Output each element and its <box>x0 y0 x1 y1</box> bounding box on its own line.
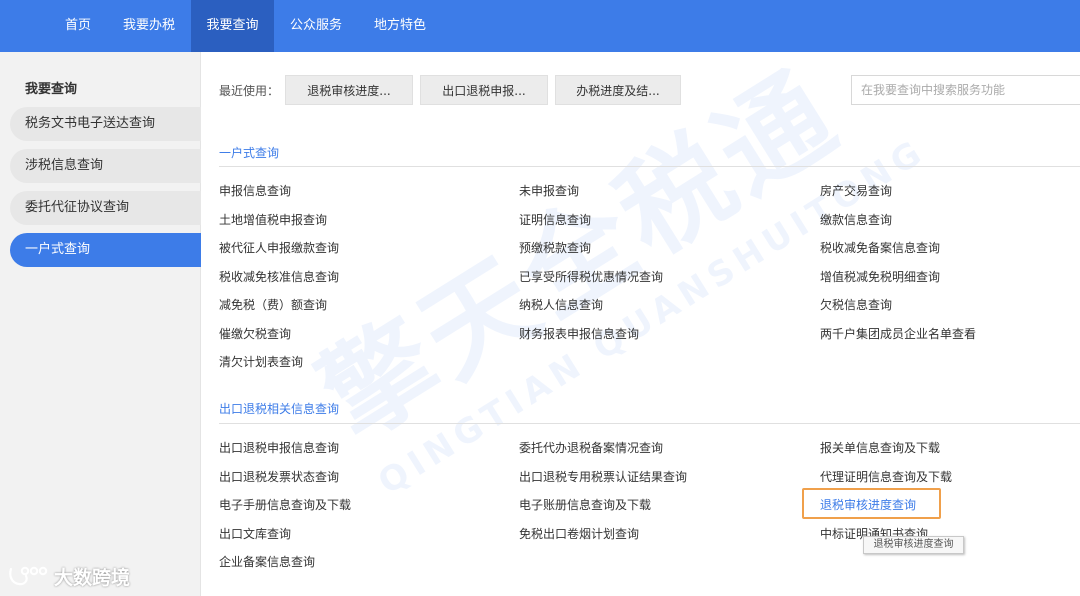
section-title-one-household: 一户式查询 <box>219 146 280 160</box>
query-link[interactable]: 电子账册信息查询及下载 <box>519 496 651 513</box>
query-link[interactable]: 缴款信息查询 <box>820 211 892 228</box>
recent-button-export-refund[interactable]: 出口退税申报... <box>420 75 548 105</box>
query-link[interactable]: 委托代办退税备案情况查询 <box>519 439 663 456</box>
nav-home[interactable]: 首页 <box>52 0 104 52</box>
query-link-refund-progress[interactable]: 退税审核进度查询 <box>820 496 916 513</box>
recent-button-refund-progress[interactable]: 退税审核进度... <box>285 75 413 105</box>
query-link[interactable]: 欠税信息查询 <box>820 296 892 313</box>
query-link[interactable]: 税收减免备案信息查询 <box>820 239 940 256</box>
query-link[interactable]: 税收减免核准信息查询 <box>219 268 339 285</box>
tooltip: 退税审核进度查询 <box>863 536 964 554</box>
brand-logo: 大数跨境 <box>8 562 130 590</box>
query-link[interactable]: 申报信息查询 <box>219 182 291 199</box>
top-nav: 首页 我要办税 我要查询 公众服务 地方特色 <box>0 0 1080 52</box>
query-link[interactable]: 增值税减免税明细查询 <box>820 268 940 285</box>
sidebar-item-document-delivery[interactable]: 税务文书电子送达查询 <box>10 107 201 141</box>
query-link[interactable]: 未申报查询 <box>519 182 579 199</box>
sidebar-heading: 我要查询 <box>25 82 78 97</box>
nav-public-service[interactable]: 公众服务 <box>280 0 352 52</box>
query-link[interactable]: 纳税人信息查询 <box>519 296 603 313</box>
section-divider <box>219 423 1080 424</box>
query-link[interactable]: 出口退税专用税票认证结果查询 <box>519 468 687 485</box>
query-link[interactable]: 企业备案信息查询 <box>219 553 315 570</box>
recent-label: 最近使用： <box>219 84 280 98</box>
watermark-cn: 擎天全税通 <box>300 47 860 464</box>
sidebar: 我要查询 税务文书电子送达查询 涉税信息查询 委托代征协议查询 一户式查询 <box>0 52 201 596</box>
query-link[interactable]: 已享受所得税优惠情况查询 <box>519 268 663 285</box>
query-link[interactable]: 两千户集团成员企业名单查看 <box>820 325 976 342</box>
nav-query[interactable]: 我要查询 <box>191 0 274 52</box>
search-input[interactable] <box>851 75 1080 105</box>
query-link[interactable]: 房产交易查询 <box>820 182 892 199</box>
query-link[interactable]: 土地增值税申报查询 <box>219 211 327 228</box>
query-link[interactable]: 出口退税发票状态查询 <box>219 468 339 485</box>
brand-name: 大数跨境 <box>54 566 131 589</box>
query-link[interactable]: 电子手册信息查询及下载 <box>219 496 351 513</box>
query-link[interactable]: 清欠计划表查询 <box>219 353 303 370</box>
nav-local-feature[interactable]: 地方特色 <box>364 0 436 52</box>
sidebar-item-one-household[interactable]: 一户式查询 <box>10 233 201 267</box>
query-link[interactable]: 被代征人申报缴款查询 <box>219 239 339 256</box>
nav-handle-tax[interactable]: 我要办税 <box>112 0 186 52</box>
query-link[interactable]: 代理证明信息查询及下载 <box>820 468 952 485</box>
watermark-en: QINGTIAN QUANSHUITONG <box>371 130 934 503</box>
brand-icon <box>9 566 48 586</box>
query-link[interactable]: 出口文库查询 <box>219 525 291 542</box>
query-link[interactable]: 预缴税款查询 <box>519 239 591 256</box>
query-link[interactable]: 证明信息查询 <box>519 211 591 228</box>
query-link[interactable]: 减免税（费）额查询 <box>219 296 327 313</box>
section-title-export-refund: 出口退税相关信息查询 <box>219 402 340 416</box>
query-link[interactable]: 出口退税申报信息查询 <box>219 439 339 456</box>
query-link[interactable]: 免税出口卷烟计划查询 <box>519 525 639 542</box>
sidebar-item-tax-info[interactable]: 涉税信息查询 <box>10 149 201 183</box>
query-link[interactable]: 催缴欠税查询 <box>219 325 291 342</box>
recent-button-progress-result[interactable]: 办税进度及结... <box>555 75 681 105</box>
query-link[interactable]: 财务报表申报信息查询 <box>519 325 639 342</box>
query-link[interactable]: 报关单信息查询及下载 <box>820 439 940 456</box>
sidebar-item-agency-agreement[interactable]: 委托代征协议查询 <box>10 191 201 225</box>
section-divider <box>219 166 1080 167</box>
